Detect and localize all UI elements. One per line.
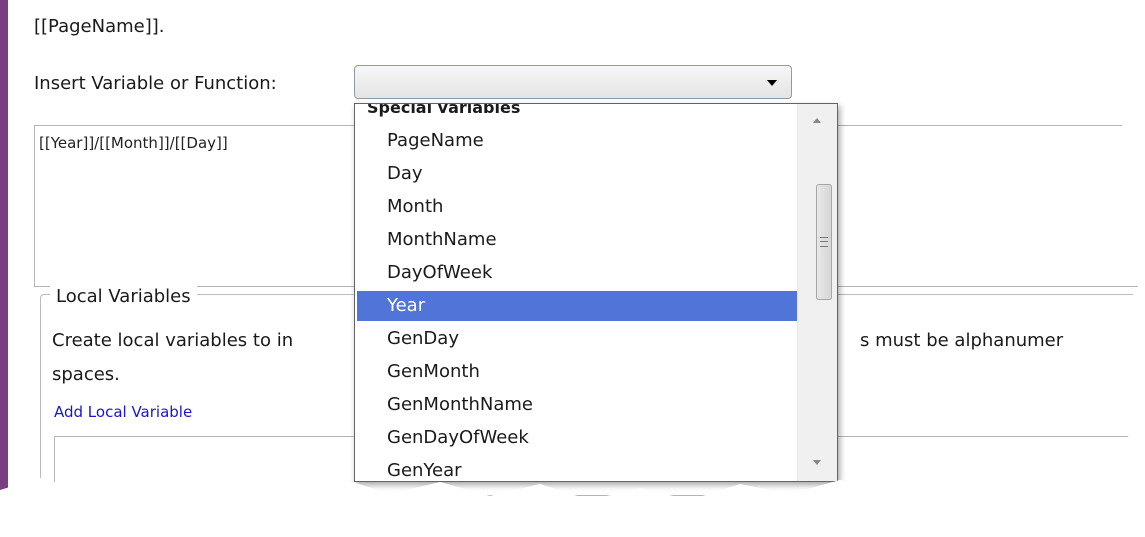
dropdown-item[interactable]: PageName [357,126,797,156]
dropdown-item[interactable]: GenMonth [357,357,797,387]
insert-variable-select[interactable] [354,65,792,99]
local-variables-legend: Local Variables [50,286,197,307]
dropdown-item[interactable]: GenMonthName [357,390,797,420]
grip-icon [820,237,828,247]
dropdown-group-label: Special variables [367,103,521,117]
dropdown-item[interactable]: GenYear [357,456,797,481]
local-variables-description-end: s must be alphanumer [860,330,1064,351]
dropdown-item[interactable]: Year [357,291,797,321]
scroll-thumb[interactable] [816,184,832,300]
dropdown-item[interactable]: Day [357,159,797,189]
insert-variable-label: Insert Variable or Function: [34,73,277,94]
dropdown-item[interactable]: DayOfWeek [357,258,797,288]
variable-dropdown-list[interactable]: Special variables PageName Day Month MonthN… [354,103,838,482]
add-local-variable-link[interactable]: Add Local Variable [54,403,192,421]
expression-value: [[Year]]/[[Month]]/[[Day]] [39,134,228,152]
dropdown-scrollbar[interactable] [797,104,837,481]
chevron-down-icon[interactable] [767,80,777,86]
dialog-panel: [[PageName]]. Insert Variable or Functio… [0,0,1140,500]
dropdown-item[interactable]: GenDay [357,324,797,354]
scroll-down-icon[interactable] [813,460,821,465]
local-variables-description-line2: spaces. [52,364,120,385]
dropdown-item[interactable]: MonthName [357,225,797,255]
dropdown-item[interactable]: GenDayOfWeek [357,423,797,453]
page-name-text: [[PageName]]. [34,16,165,37]
accent-border [0,0,8,490]
dropdown-item[interactable]: Month [357,192,797,222]
local-variables-description: Create local variables to in [52,330,294,351]
scroll-up-icon[interactable] [813,118,821,123]
